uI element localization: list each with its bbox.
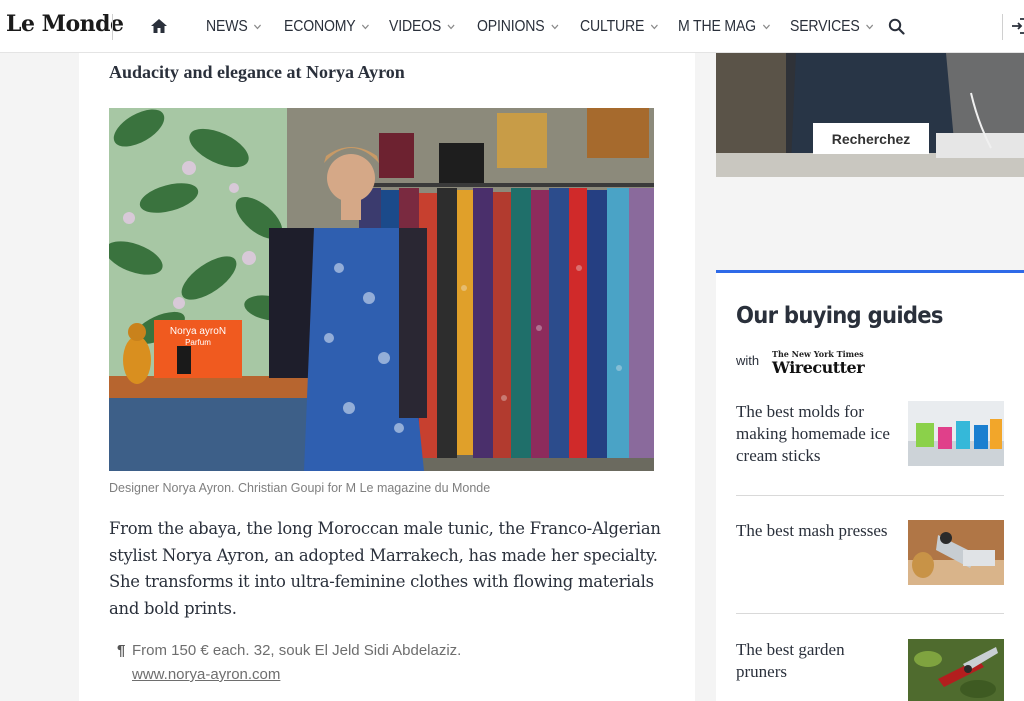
- shop-website-link[interactable]: www.norya-ayron.com: [132, 663, 461, 687]
- boutique-photo-illustration: Norya ayroN Parfum: [109, 108, 654, 471]
- nav-opinions-label: OPINIONS: [477, 17, 545, 35]
- nav-m-the-mag-label: M THE MAG: [678, 17, 756, 35]
- guide-item-garden-pruners[interactable]: The best garden pruners: [736, 639, 1004, 701]
- photo-sign-line2: Parfum: [185, 338, 211, 347]
- top-navbar: Le Monde NEWS ECONOMY VIDEOS OPINIONS CU…: [0, 0, 1024, 53]
- nav-news[interactable]: NEWS: [206, 0, 275, 53]
- pilcrow-icon: ¶: [117, 642, 126, 659]
- chevron-down-icon: [650, 24, 658, 29]
- chevron-down-icon: [762, 24, 770, 29]
- photo-sign-line1: Norya ayroN: [170, 326, 226, 337]
- guide-divider: [736, 495, 1004, 496]
- wirecutter-wordmark: Wirecutter: [772, 358, 865, 377]
- login-icon[interactable]: [1011, 17, 1024, 35]
- nav-services-label: SERVICES: [790, 17, 860, 35]
- main-nav: NEWS ECONOMY VIDEOS OPINIONS CULTURE M T…: [206, 0, 890, 53]
- ad-banner[interactable]: Recherchez: [716, 53, 1024, 177]
- guide-item-molds[interactable]: The best molds for making homemade ice c…: [736, 401, 1004, 471]
- chevron-down-icon: [866, 24, 874, 29]
- search-icon[interactable]: [888, 18, 905, 35]
- shop-details: From 150 € each. 32, souk El Jeld Sidi A…: [132, 642, 462, 659]
- chevron-down-icon: [447, 24, 455, 29]
- guide-thumbnail[interactable]: [908, 520, 1004, 585]
- section-heading: Audacity and elegance at Norya Ayron: [109, 62, 405, 82]
- guide-item-mash-presses[interactable]: The best mash presses: [736, 520, 1004, 590]
- nav-videos[interactable]: VIDEOS: [389, 0, 466, 53]
- nav-culture[interactable]: CULTURE: [580, 0, 666, 53]
- nav-culture-label: CULTURE: [580, 17, 645, 35]
- buying-guides-title: Our buying guides: [736, 303, 943, 329]
- nav-economy-label: ECONOMY: [284, 17, 356, 35]
- ad-illustration: [716, 53, 1024, 177]
- nav-news-label: NEWS: [206, 17, 248, 35]
- chevron-down-icon: [362, 24, 370, 29]
- photo-caption: Designer Norya Ayron. Christian Goupi fo…: [109, 481, 491, 495]
- guide-item-title[interactable]: The best garden pruners: [736, 639, 896, 683]
- guide-thumbnail[interactable]: [908, 401, 1004, 466]
- nav-divider: [1002, 14, 1003, 40]
- guide-divider: [736, 613, 1004, 614]
- logo-divider: [112, 14, 113, 40]
- nav-videos-label: VIDEOS: [389, 17, 442, 35]
- nav-opinions[interactable]: OPINIONS: [477, 0, 568, 53]
- chevron-down-icon: [551, 24, 559, 29]
- with-label: with: [736, 353, 760, 368]
- guide-item-title[interactable]: The best molds for making homemade ice c…: [736, 401, 896, 467]
- le-monde-logo[interactable]: Le Monde: [6, 11, 124, 37]
- ad-search-button[interactable]: Recherchez: [813, 123, 929, 154]
- nav-services[interactable]: SERVICES: [790, 0, 878, 53]
- article-column: Audacity and elegance at Norya Ayron Nor…: [79, 53, 695, 701]
- shop-info: ¶ From 150 € each. 32, souk El Jeld Sidi…: [117, 639, 461, 687]
- guide-thumbnail[interactable]: [908, 639, 1004, 701]
- wirecutter-logo[interactable]: The New York Times Wirecutter: [772, 349, 872, 377]
- home-icon[interactable]: [150, 17, 168, 35]
- chevron-down-icon: [254, 24, 262, 29]
- guide-item-title[interactable]: The best mash presses: [736, 520, 896, 542]
- buying-guides-panel: Our buying guides with The New York Time…: [716, 270, 1024, 701]
- article-photo[interactable]: Norya ayroN Parfum: [109, 108, 654, 471]
- nav-m-the-mag[interactable]: M THE MAG: [678, 0, 777, 53]
- article-paragraph: From the abaya, the long Moroccan male t…: [109, 519, 661, 618]
- nav-economy[interactable]: ECONOMY: [284, 0, 376, 53]
